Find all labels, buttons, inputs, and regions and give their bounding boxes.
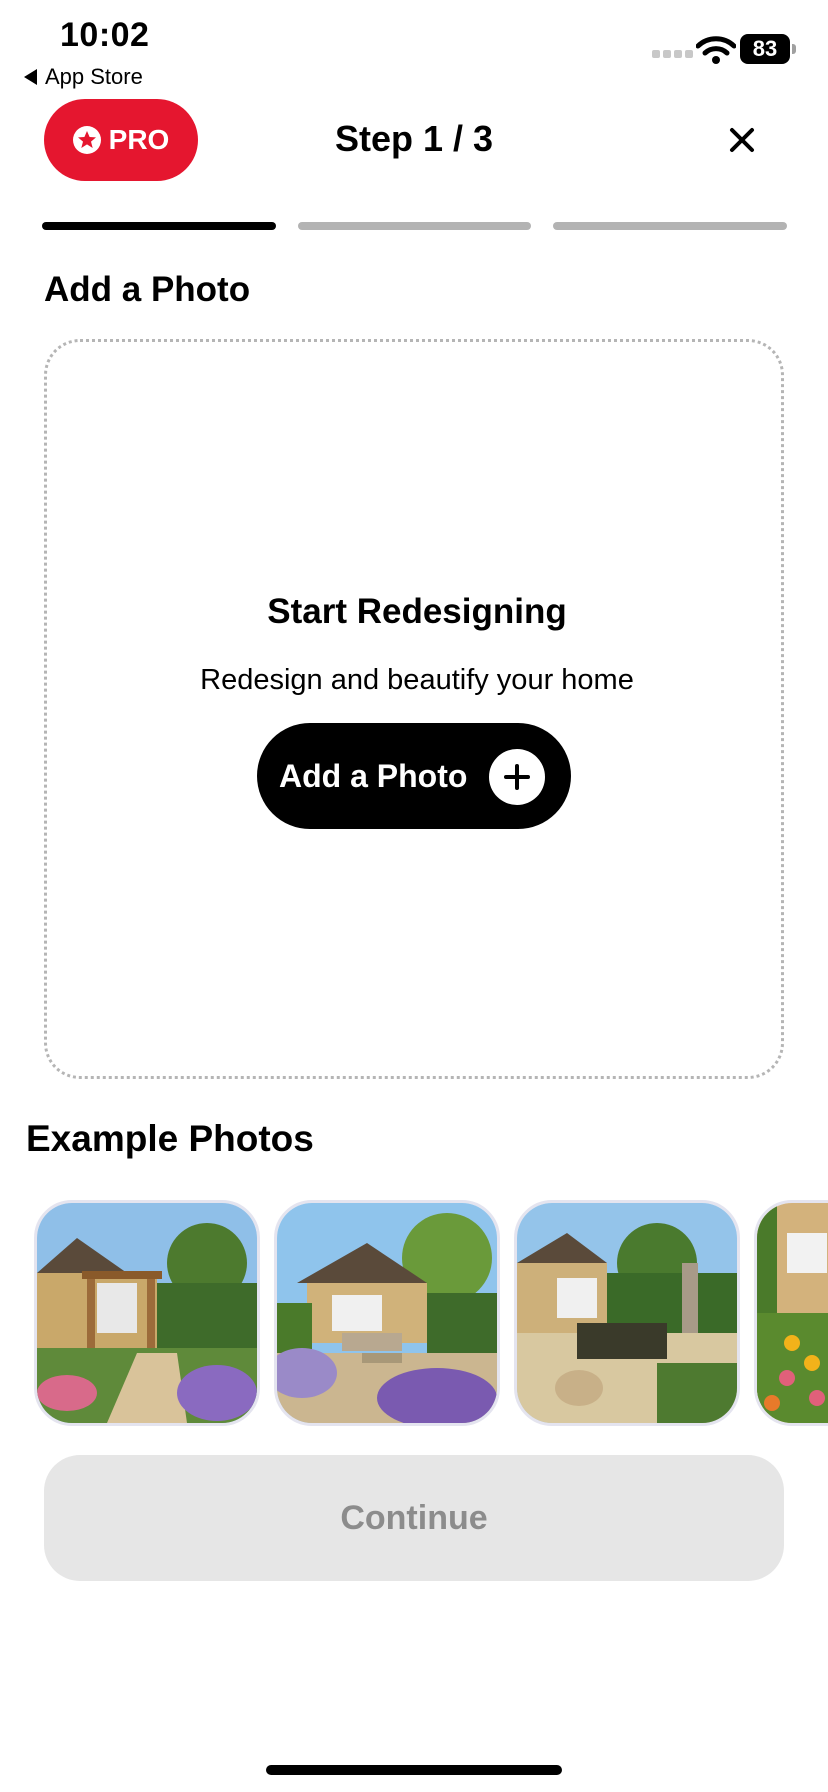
section-title: Add a Photo <box>44 270 251 309</box>
photo-upload-area[interactable]: Start Redesigning Redesign and beautify … <box>44 339 784 1079</box>
cellular-signal-icon <box>652 50 693 58</box>
progress-segment-1 <box>42 222 276 230</box>
upload-heading: Start Redesigning <box>267 592 567 631</box>
example-photo-cottage-flower-garden[interactable] <box>754 1200 828 1426</box>
example-photos-carousel[interactable] <box>0 1200 828 1426</box>
step-progress-bar <box>42 222 787 230</box>
add-photo-label: Add a Photo <box>279 757 468 794</box>
continue-button[interactable]: Continue <box>44 1455 784 1581</box>
step-indicator: Step 1 / 3 <box>334 118 494 159</box>
back-app-label: App Store <box>45 64 143 89</box>
add-photo-button[interactable]: Add a Photo <box>257 723 571 829</box>
clock: 10:02 <box>60 16 150 54</box>
close-icon[interactable] <box>720 118 764 162</box>
status-bar: 10:02 App Store 83 <box>0 0 828 96</box>
battery-cap <box>792 44 796 54</box>
battery-indicator: 83 <box>740 34 790 64</box>
back-to-app-store[interactable]: App Store <box>24 64 143 90</box>
example-photo-zen-garden-pond[interactable] <box>514 1200 740 1426</box>
progress-segment-3 <box>553 222 787 230</box>
progress-segment-2 <box>297 222 532 230</box>
example-photo-garden-patio-bench[interactable] <box>274 1200 500 1426</box>
home-indicator[interactable] <box>266 1765 562 1775</box>
example-photo-garden-pergola[interactable] <box>34 1200 260 1426</box>
upload-subtitle: Redesign and beautify your home <box>200 664 634 696</box>
wifi-icon <box>696 36 736 64</box>
back-arrow-icon <box>24 69 37 85</box>
examples-title: Example Photos <box>26 1118 314 1159</box>
plus-icon <box>489 749 545 805</box>
